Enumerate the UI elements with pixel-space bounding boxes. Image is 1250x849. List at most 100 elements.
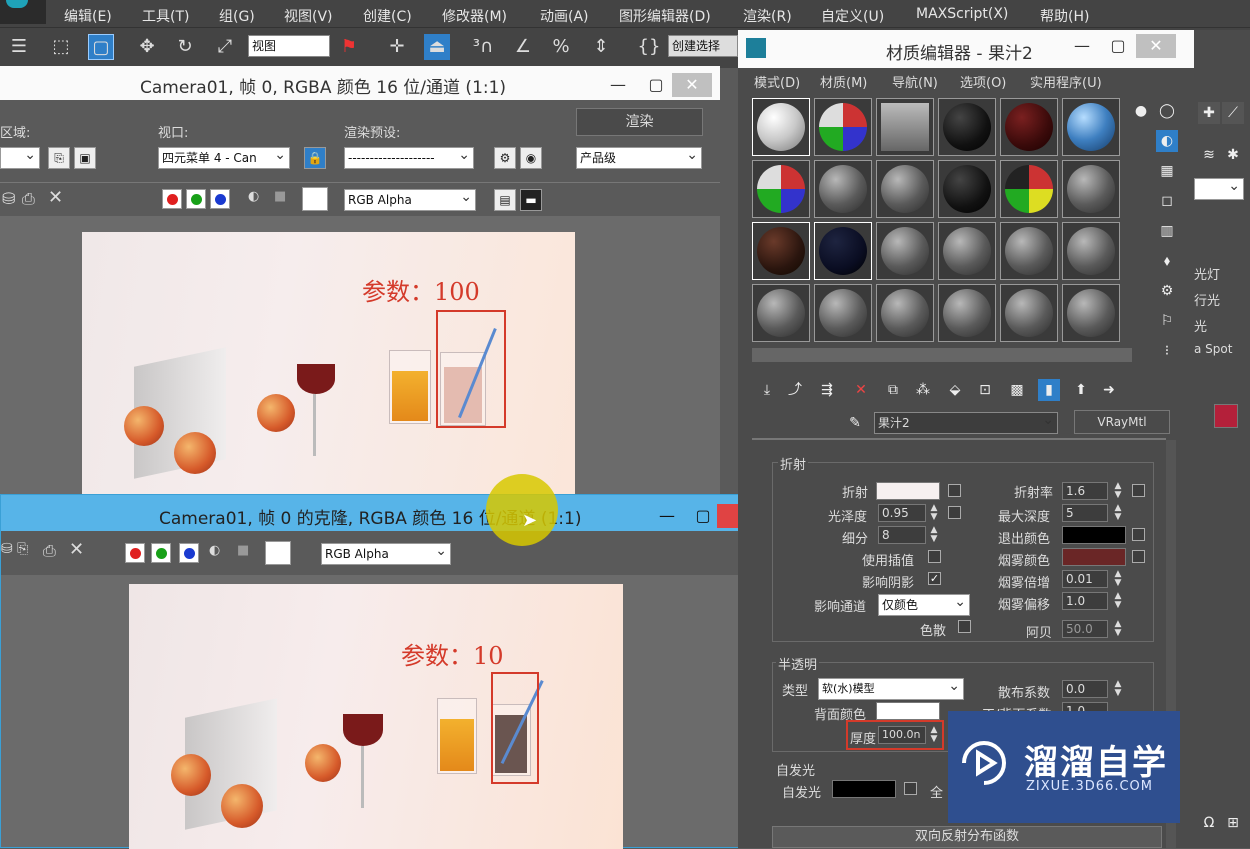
abbe-spinner[interactable]: ▲ ▼ (1112, 620, 1124, 638)
fog-bias-spinner[interactable]: ▲ ▼ (1112, 592, 1124, 610)
sample-slot[interactable] (752, 222, 810, 280)
window-titlebar[interactable]: Camera01, 帧 0 的克隆, RGBA 颜色 16 位/通道 (1:1)… (1, 495, 771, 531)
options-icon[interactable]: ⚙ (1156, 280, 1178, 302)
orbit-icon[interactable]: Ω (1198, 812, 1220, 834)
background-icon[interactable]: ▦ (1156, 160, 1178, 182)
dispersion-checkbox[interactable] (958, 620, 971, 633)
show-map-icon[interactable]: ▩ (1006, 379, 1028, 401)
max-depth-input[interactable]: 5 (1062, 504, 1108, 522)
subdivs-input[interactable]: 8 (878, 526, 926, 544)
rotate-icon[interactable]: ↻ (172, 34, 198, 60)
rect-region-icon[interactable]: ⬚ (48, 34, 74, 60)
clear-icon[interactable]: ✕ (48, 187, 63, 208)
menu-create[interactable]: 创建(C) (363, 6, 412, 26)
red-channel-toggle[interactable] (162, 189, 182, 209)
menu-material[interactable]: 材质(M) (820, 72, 867, 91)
sample-slot[interactable] (938, 284, 996, 342)
sample-slot[interactable] (876, 222, 934, 280)
sample-slot[interactable] (752, 98, 810, 156)
fog-color-swatch[interactable] (1062, 548, 1126, 566)
snap-3d-icon[interactable]: ³∩ (470, 34, 496, 60)
edit-region-icon[interactable]: ⎘ (48, 147, 70, 169)
sample-slot[interactable] (876, 284, 934, 342)
window-titlebar[interactable]: Camera01, 帧 0, RGBA 颜色 16 位/通道 (1:1) — ▢… (0, 66, 720, 100)
spinner-snap-icon[interactable]: ⇕ (588, 34, 614, 60)
go-to-parent-icon[interactable]: ⬆ (1070, 379, 1092, 401)
move-icon[interactable]: ✥ (134, 34, 160, 60)
sample-slot[interactable] (814, 160, 872, 218)
object-color-swatch[interactable] (1214, 404, 1238, 428)
menu-help[interactable]: 帮助(H) (1040, 6, 1089, 26)
brdf-rollout[interactable]: 双向反射分布函数 (772, 826, 1162, 848)
color-swatch[interactable] (265, 541, 291, 565)
alpha-icon[interactable]: ◐ (248, 189, 259, 204)
systems-icon[interactable]: ✱ (1222, 144, 1244, 166)
back-color-swatch[interactable] (876, 702, 940, 720)
preset-select[interactable]: -------------------- (344, 147, 474, 169)
light-type-item[interactable]: 行光 (1194, 290, 1220, 309)
sample-slot[interactable] (1062, 222, 1120, 280)
minimize-button[interactable]: — (598, 73, 638, 97)
copy-icon[interactable]: ⎘ (17, 541, 28, 557)
trans-type-select[interactable]: 软(水)模型 (818, 678, 964, 700)
show-end-result-icon[interactable]: ▮ (1038, 379, 1060, 401)
percent-snap-icon[interactable]: % (548, 34, 574, 60)
reference-coord-select[interactable]: 视图 (248, 35, 330, 57)
material-id-icon[interactable]: ⊡ (974, 379, 996, 401)
quality-select[interactable]: 产品级 (576, 147, 702, 169)
window-titlebar[interactable]: 材质编辑器 - 果汁2 — ▢ ✕ (738, 30, 1194, 68)
self-illum-map-button[interactable] (904, 782, 917, 795)
use-interp-checkbox[interactable] (928, 550, 941, 563)
exit-color-checkbox[interactable] (1132, 528, 1145, 541)
scatter-coeff-spinner[interactable]: ▲ ▼ (1112, 680, 1124, 698)
affect-channels-select[interactable]: 仅颜色 (878, 594, 970, 616)
blue-channel-toggle[interactable] (179, 543, 199, 563)
light-type-item[interactable]: 光灯 (1194, 264, 1220, 283)
menu-mode[interactable]: 模式(D) (754, 72, 800, 91)
category-select[interactable] (1194, 178, 1244, 200)
scatter-coeff-input[interactable]: 0.0 (1062, 680, 1108, 698)
fog-bias-input[interactable]: 1.0 (1062, 592, 1108, 610)
make-unique-icon[interactable]: ⁂ (912, 379, 934, 401)
keyboard-shortcut-icon[interactable]: ⏏ (424, 34, 450, 60)
pick-material-icon[interactable]: ✎ (844, 412, 866, 434)
channel-select[interactable]: RGB Alpha (344, 189, 476, 211)
refract-map-button[interactable] (948, 484, 961, 497)
close-button[interactable]: ✕ (1136, 34, 1176, 58)
fog-mult-input[interactable]: 0.01 (1062, 570, 1108, 588)
print-icon[interactable]: ⎙ (43, 541, 56, 561)
menu-maxscript[interactable]: MAXScript(X) (916, 6, 1008, 22)
mono-icon[interactable]: ■ (274, 189, 286, 204)
maximize-viewport-icon[interactable]: ⊞ (1222, 812, 1244, 834)
alpha-icon[interactable]: ◐ (209, 543, 220, 558)
sample-slot[interactable] (1062, 160, 1120, 218)
put-to-scene-icon[interactable]: ⤴ (784, 379, 806, 401)
slots-scrollbar[interactable] (752, 348, 1132, 362)
menu-modifiers[interactable]: 修改器(M) (442, 6, 507, 26)
render-button[interactable]: 渲染 (576, 108, 703, 136)
sample-slot[interactable] (938, 160, 996, 218)
sample-slot[interactable] (1000, 98, 1058, 156)
sample-slot[interactable] (876, 160, 934, 218)
menu-tools[interactable]: 工具(T) (142, 6, 189, 26)
menu-view[interactable]: 视图(V) (284, 6, 333, 26)
copy-material-icon[interactable]: ⧉ (882, 379, 904, 401)
lock-icon[interactable]: 🔒 (304, 147, 326, 169)
ior-spinner[interactable]: ▲ ▼ (1112, 482, 1124, 500)
sample-slot[interactable] (1000, 284, 1058, 342)
environment-icon[interactable]: ◉ (520, 147, 542, 169)
max-depth-spinner[interactable]: ▲ ▼ (1112, 504, 1124, 522)
save-image-icon[interactable]: ⛁ (1, 541, 13, 557)
fog-mult-spinner[interactable]: ▲ ▼ (1112, 570, 1124, 588)
window-crossing-icon[interactable]: ▢ (88, 34, 114, 60)
put-to-library-icon[interactable]: ⬙ (944, 379, 966, 401)
fog-color-map-button[interactable] (1132, 550, 1145, 563)
minimize-button[interactable]: — (1062, 34, 1102, 58)
toggle-ui-icon[interactable]: ▬ (520, 189, 542, 211)
modify-tab-icon[interactable]: ⟋ (1222, 102, 1244, 124)
glossiness-input[interactable]: 0.95 (878, 504, 926, 522)
sample-slot[interactable] (938, 222, 996, 280)
maximize-button[interactable]: ▢ (636, 73, 676, 97)
make-preview-icon[interactable]: ⬧ (1156, 250, 1178, 272)
sample-uv-icon[interactable]: ◻ (1156, 190, 1178, 212)
